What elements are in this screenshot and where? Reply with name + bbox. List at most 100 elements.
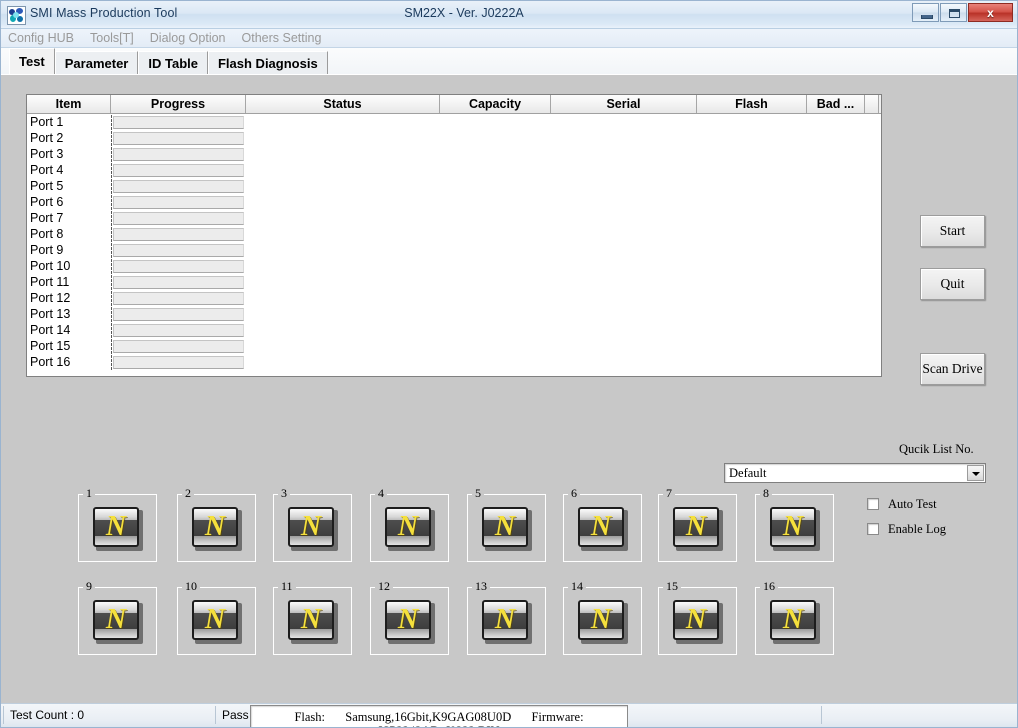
grid-header-serial[interactable]: Serial [551,95,697,113]
port-group-12[interactable]: 12N [370,587,449,655]
flash-label: Flash: [294,710,325,724]
tab-parameter[interactable]: Parameter [55,51,139,74]
quick-list-dropdown-button[interactable] [967,465,984,481]
close-button[interactable]: x [968,3,1013,22]
test-panel: ItemProgressStatusCapacitySerialFlashBad… [1,74,1017,703]
drive-status-icon[interactable]: N [192,600,242,644]
drive-body: N [192,507,238,547]
auto-test-checkbox[interactable]: Auto Test [867,497,937,512]
drive-status-icon[interactable]: N [770,600,820,644]
port-group-11[interactable]: 11N [273,587,352,655]
menu-item-tools[interactable]: Tools[T] [90,31,142,45]
drive-status-icon[interactable]: N [93,507,143,551]
tab-flash-diagnosis[interactable]: Flash Diagnosis [208,51,328,74]
checkbox-box[interactable] [867,523,879,535]
drive-status-icon[interactable]: N [385,507,435,551]
drive-status-icon[interactable]: N [673,600,723,644]
row-item-label: Port 5 [27,178,111,194]
port-group-10[interactable]: 10N [177,587,256,655]
table-row[interactable]: Port 14 [27,322,881,338]
drive-status-icon[interactable]: N [385,600,435,644]
quick-list-value: Default [729,466,766,481]
quit-button[interactable]: Quit [920,268,985,300]
drive-body: N [578,507,624,547]
drive-status-icon[interactable]: N [578,507,628,551]
drive-status-icon[interactable]: N [288,507,338,551]
port-group-4[interactable]: 4N [370,494,449,562]
flash-info-line-2: ISP2242AB_J0222.BIN [251,724,627,728]
quick-list-combobox[interactable]: Default [724,463,986,483]
port-group-8[interactable]: 8N [755,494,834,562]
tab-test[interactable]: Test [9,48,55,74]
table-row[interactable]: Port 10 [27,258,881,274]
table-row[interactable]: Port 13 [27,306,881,322]
port-group-5[interactable]: 5N [467,494,546,562]
menu-item-others-setting[interactable]: Others Setting [242,31,330,45]
table-row[interactable]: Port 9 [27,242,881,258]
drive-status-icon[interactable]: N [578,600,628,644]
row-item-label: Port 10 [27,258,111,274]
table-row[interactable]: Port 7 [27,210,881,226]
grid-header-spacer[interactable] [865,95,879,113]
table-row[interactable]: Port 4 [27,162,881,178]
row-item-label: Port 8 [27,226,111,242]
port-group-13[interactable]: 13N [467,587,546,655]
port-group-1[interactable]: 1N [78,494,157,562]
port-group-15[interactable]: 15N [658,587,737,655]
menu-item-config-hub[interactable]: Config HUB [8,31,82,45]
grid-header-row: ItemProgressStatusCapacitySerialFlashBad… [27,95,881,114]
minimize-button[interactable] [912,3,939,22]
drive-status-icon[interactable]: N [770,507,820,551]
port-number-label: 1 [83,487,95,499]
grid-header-progress[interactable]: Progress [111,95,246,113]
grid-header-bad[interactable]: Bad ... [807,95,865,113]
drive-status-icon[interactable]: N [192,507,242,551]
drive-status-icon[interactable]: N [93,600,143,644]
row-item-label: Port 6 [27,194,111,210]
drive-status-icon[interactable]: N [482,600,532,644]
table-row[interactable]: Port 16 [27,354,881,370]
drive-status-icon[interactable]: N [673,507,723,551]
table-row[interactable]: Port 3 [27,146,881,162]
grid-header-item[interactable]: Item [27,95,111,113]
table-row[interactable]: Port 2 [27,130,881,146]
drive-body: N [288,600,334,640]
checkbox-box[interactable] [867,498,879,510]
drive-state-letter: N [675,603,717,637]
table-row[interactable]: Port 8 [27,226,881,242]
grid-header-capacity[interactable]: Capacity [440,95,551,113]
port-group-6[interactable]: 6N [563,494,642,562]
port-group-14[interactable]: 14N [563,587,642,655]
drive-body: N [93,600,139,640]
port-group-3[interactable]: 3N [273,494,352,562]
port-group-7[interactable]: 7N [658,494,737,562]
start-button[interactable]: Start [920,215,985,247]
drive-body: N [385,507,431,547]
table-row[interactable]: Port 15 [27,338,881,354]
drive-state-letter: N [95,603,137,637]
tab-id-table[interactable]: ID Table [138,51,208,74]
drive-status-icon[interactable]: N [288,600,338,644]
grid-header-status[interactable]: Status [246,95,440,113]
drive-status-icon[interactable]: N [482,507,532,551]
port-status-grid[interactable]: ItemProgressStatusCapacitySerialFlashBad… [26,94,882,377]
row-progress-bar [111,291,246,306]
port-group-16[interactable]: 16N [755,587,834,655]
table-row[interactable]: Port 11 [27,274,881,290]
table-row[interactable]: Port 5 [27,178,881,194]
maximize-button[interactable] [940,3,967,22]
row-progress-bar [111,211,246,226]
scan-drive-button[interactable]: Scan Drive [920,353,985,385]
table-row[interactable]: Port 1 [27,114,881,130]
enable-log-checkbox[interactable]: Enable Log [867,522,946,537]
auto-test-label: Auto Test [888,497,937,511]
row-progress-bar [111,147,246,162]
menu-item-dialog-option[interactable]: Dialog Option [150,31,234,45]
port-group-9[interactable]: 9N [78,587,157,655]
port-number-label: 15 [663,580,681,592]
table-row[interactable]: Port 12 [27,290,881,306]
port-group-2[interactable]: 2N [177,494,256,562]
table-row[interactable]: Port 6 [27,194,881,210]
row-progress-bar [111,259,246,274]
grid-header-flash[interactable]: Flash [697,95,807,113]
